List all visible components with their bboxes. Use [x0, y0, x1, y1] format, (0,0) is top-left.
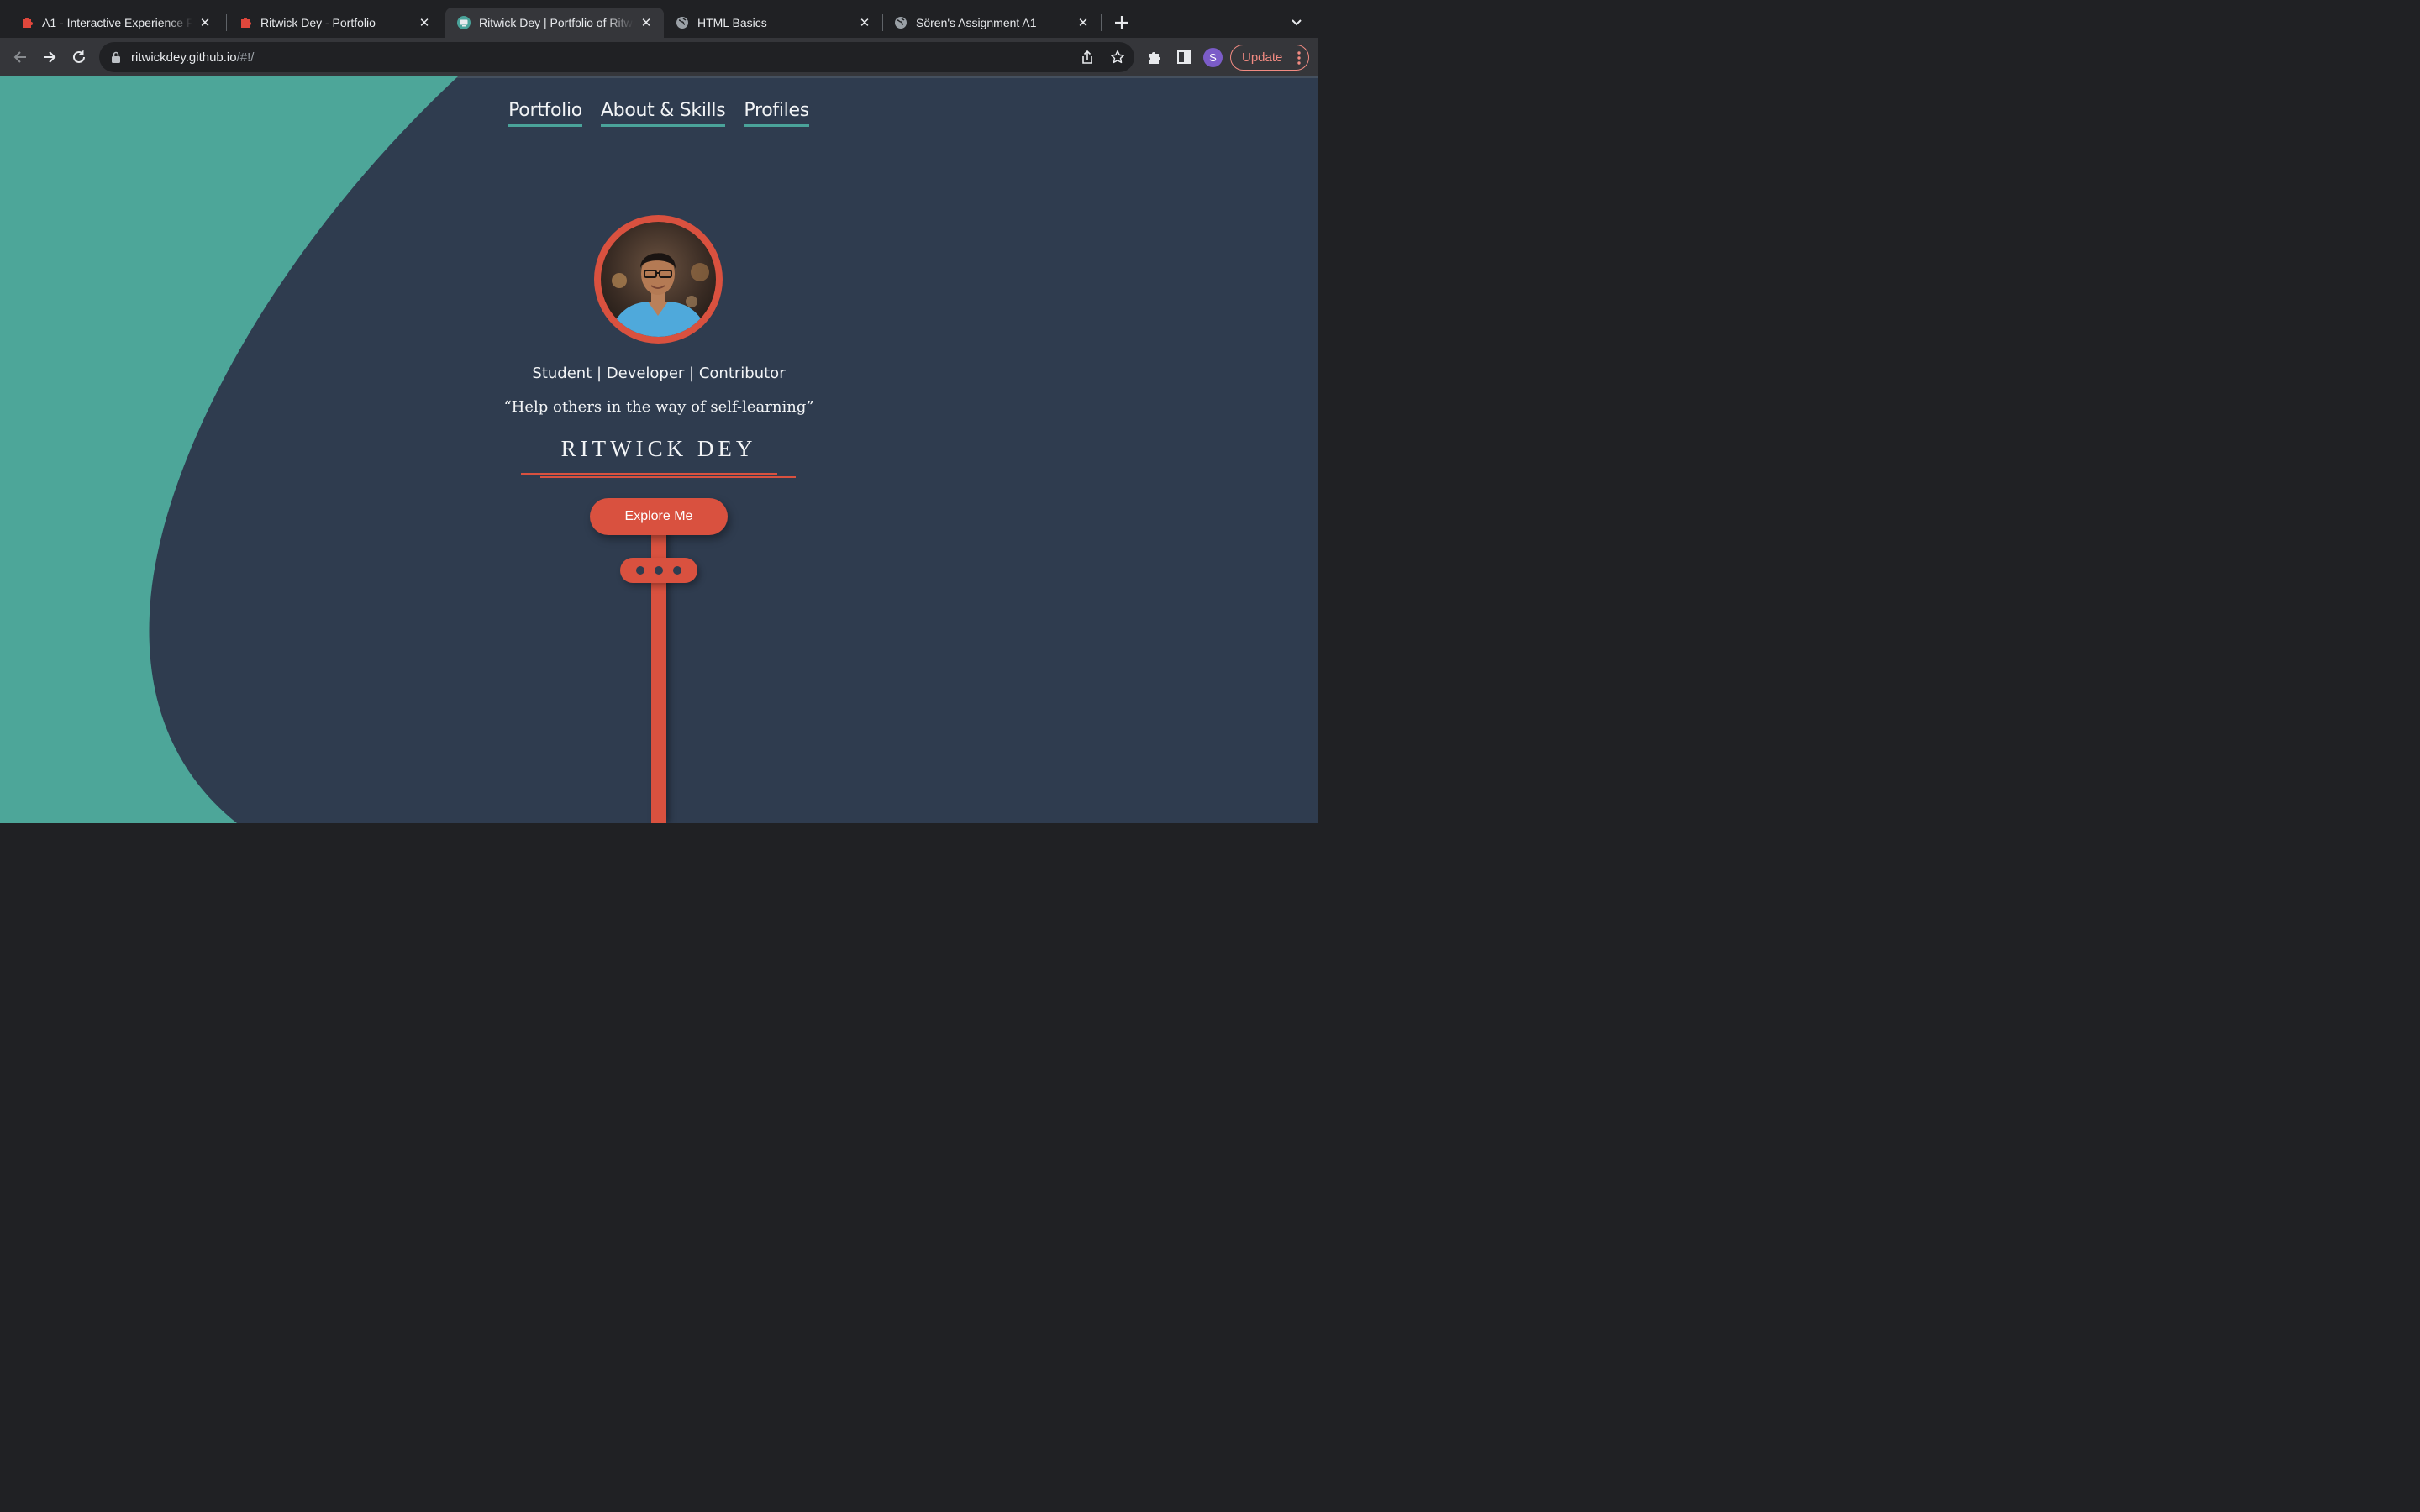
- close-tab-icon[interactable]: ✕: [639, 15, 654, 30]
- lock-icon[interactable]: [111, 51, 123, 63]
- tab-ritwick-portfolio[interactable]: Ritwick Dey - Portfolio ✕: [227, 8, 442, 38]
- kebab-menu-icon[interactable]: [1297, 51, 1301, 68]
- profile-photo-image: [601, 222, 716, 337]
- more-dots-icon[interactable]: [620, 558, 697, 583]
- tab-title: HTML Basics: [697, 16, 767, 29]
- tab-a1-interactive[interactable]: A1 - Interactive Experience Res ✕: [8, 8, 223, 38]
- share-icon[interactable]: [1079, 49, 1096, 66]
- profile-photo: [594, 215, 723, 344]
- tab-html-basics[interactable]: HTML Basics ✕: [664, 8, 882, 38]
- extensions-puzzle-icon[interactable]: [1144, 47, 1165, 67]
- tab-ritwick-portfolio-active[interactable]: Ritwick Dey | Portfolio of Ritwic ✕: [445, 8, 664, 38]
- tab-title: Ritwick Dey | Portfolio of Ritwic: [479, 16, 634, 29]
- dot: [655, 566, 663, 575]
- reload-icon[interactable]: [69, 47, 89, 67]
- close-tab-icon[interactable]: ✕: [417, 15, 432, 30]
- tab-title: A1 - Interactive Experience Res: [42, 16, 192, 29]
- close-tab-icon[interactable]: ✕: [1076, 15, 1091, 30]
- globe-favicon-icon: [676, 16, 689, 29]
- name-underline: [521, 473, 777, 475]
- roles-text: Student | Developer | Contributor: [532, 365, 786, 382]
- globe-favicon-icon: [894, 16, 908, 29]
- tab-search-chevron-down-icon[interactable]: [1287, 13, 1306, 32]
- explore-me-button[interactable]: Explore Me: [590, 498, 728, 535]
- tab-separator: [1101, 14, 1102, 31]
- dot: [673, 566, 681, 575]
- monitor-favicon-icon: [457, 16, 471, 29]
- tab-title: Ritwick Dey - Portfolio: [260, 16, 376, 29]
- nav-link-about-skills[interactable]: About & Skills: [600, 100, 726, 127]
- profile-avatar[interactable]: S: [1203, 48, 1223, 67]
- url-path: /#!/: [236, 50, 255, 65]
- dot: [636, 566, 644, 575]
- address-bar[interactable]: ritwickdey.github.io/#!/: [99, 42, 1134, 72]
- name-underline-offset: [540, 476, 796, 478]
- close-tab-icon[interactable]: ✕: [197, 15, 213, 30]
- back-arrow-icon[interactable]: [10, 47, 30, 67]
- page-viewport: Portfolio About & Skills Profiles Studen…: [0, 76, 1318, 823]
- tab-title: Sören's Assignment A1: [916, 16, 1037, 29]
- bookmark-star-icon[interactable]: [1109, 49, 1126, 66]
- side-panel-icon[interactable]: [1174, 47, 1194, 67]
- forward-arrow-icon[interactable]: [39, 47, 60, 67]
- owner-name: RITWICK DEY: [560, 436, 757, 461]
- red-puzzle-favicon-icon: [20, 16, 34, 29]
- nav-link-profiles[interactable]: Profiles: [744, 100, 809, 127]
- tab-soren-assignment[interactable]: Sören's Assignment A1 ✕: [882, 8, 1101, 38]
- update-button[interactable]: Update: [1230, 45, 1309, 71]
- update-label: Update: [1242, 50, 1283, 65]
- url-host: ritwickdey.github.io: [131, 50, 237, 65]
- close-tab-icon[interactable]: ✕: [857, 15, 872, 30]
- url-text: ritwickdey.github.io/#!/: [131, 50, 254, 65]
- main-nav: Portfolio About & Skills Profiles: [0, 100, 1318, 127]
- red-puzzle-favicon-icon: [239, 16, 252, 29]
- browser-toolbar: ritwickdey.github.io/#!/ S Update: [0, 38, 1318, 76]
- tagline-quote: “Help others in the way of self-learning…: [503, 398, 814, 416]
- nav-link-portfolio[interactable]: Portfolio: [508, 100, 582, 127]
- tab-strip: A1 - Interactive Experience Res ✕ Ritwic…: [0, 0, 1318, 38]
- new-tab-plus-icon[interactable]: [1111, 12, 1133, 34]
